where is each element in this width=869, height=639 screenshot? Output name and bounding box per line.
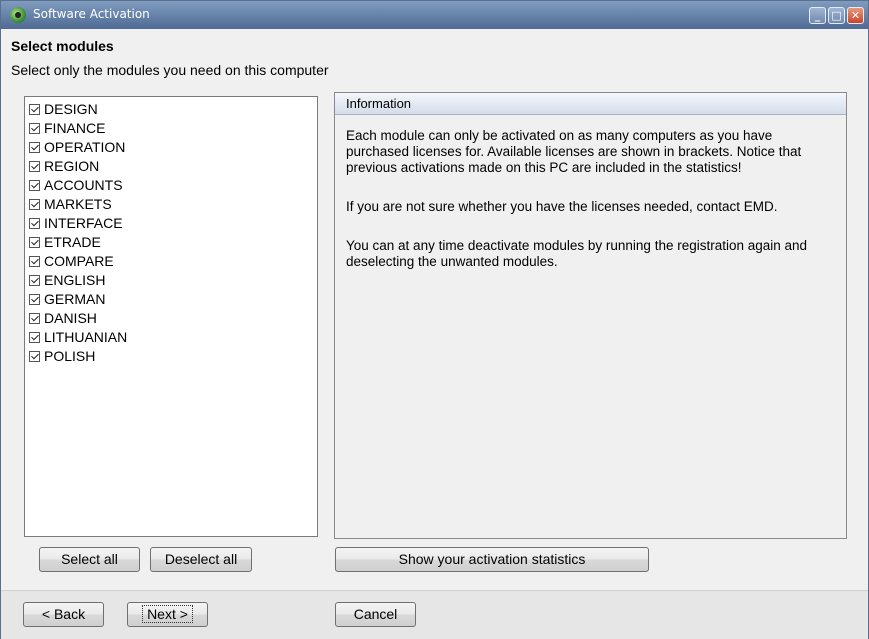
module-item[interactable]: OPERATION xyxy=(29,138,125,156)
module-item[interactable]: LITHUANIAN xyxy=(29,328,127,346)
checkbox[interactable] xyxy=(29,274,40,286)
info-paragraph: You can at any time deactivate modules b… xyxy=(346,238,808,269)
show-activation-statistics-button[interactable]: Show your activation statistics xyxy=(335,547,649,572)
app-logo-icon xyxy=(10,7,26,23)
checkbox[interactable] xyxy=(29,350,40,362)
checkbox[interactable] xyxy=(29,293,40,305)
cancel-button[interactable]: Cancel xyxy=(335,602,416,627)
module-list: DESIGN FINANCE OPERATION REGION ACCOUNTS… xyxy=(24,96,318,537)
maximize-button[interactable]: □ xyxy=(828,7,845,24)
deselect-all-button[interactable]: Deselect all xyxy=(150,547,252,572)
close-button[interactable]: ✕ xyxy=(847,7,864,24)
information-header: Information xyxy=(335,93,846,115)
module-item[interactable]: DANISH xyxy=(29,309,97,327)
module-label: ACCOUNTS xyxy=(44,177,123,193)
module-item[interactable]: MARKETS xyxy=(29,195,112,213)
module-item[interactable]: INTERFACE xyxy=(29,214,123,232)
checkbox[interactable] xyxy=(29,312,40,324)
module-label: INTERFACE xyxy=(44,215,123,231)
window-title: Software Activation xyxy=(33,7,150,21)
checkbox[interactable] xyxy=(29,103,40,115)
title-bar[interactable]: Software Activation _ □ ✕ xyxy=(1,1,868,29)
module-item[interactable]: REGION xyxy=(29,157,99,175)
page-subheading: Select only the modules you need on this… xyxy=(11,62,329,78)
module-item[interactable]: FINANCE xyxy=(29,119,105,137)
minimize-button[interactable]: _ xyxy=(809,7,826,24)
module-item[interactable]: POLISH xyxy=(29,347,95,365)
activation-window: Software Activation _ □ ✕ Select modules… xyxy=(0,0,869,639)
module-label: ETRADE xyxy=(44,234,101,250)
module-label: FINANCE xyxy=(44,120,106,136)
module-label: ENGLISH xyxy=(44,272,106,288)
module-label: COMPARE xyxy=(44,253,114,269)
module-label: DESIGN xyxy=(44,101,98,117)
module-item[interactable]: COMPARE xyxy=(29,252,114,270)
next-button-label: Next > xyxy=(142,605,193,623)
page-heading: Select modules xyxy=(11,38,114,54)
checkbox[interactable] xyxy=(29,217,40,229)
module-label: MARKETS xyxy=(44,196,112,212)
checkbox[interactable] xyxy=(29,236,40,248)
module-item[interactable]: GERMAN xyxy=(29,290,105,308)
module-label: DANISH xyxy=(44,310,97,326)
checkbox[interactable] xyxy=(29,179,40,191)
info-paragraph: If you are not sure whether you have the… xyxy=(346,199,778,214)
checkbox[interactable] xyxy=(29,160,40,172)
next-button[interactable]: Next > xyxy=(127,602,208,627)
checkbox[interactable] xyxy=(29,198,40,210)
select-all-button[interactable]: Select all xyxy=(39,547,140,572)
module-item[interactable]: DESIGN xyxy=(29,100,98,118)
information-panel: Information Each module can only be acti… xyxy=(334,92,847,539)
module-label: GERMAN xyxy=(44,291,106,307)
info-paragraph: Each module can only be activated on as … xyxy=(346,128,802,175)
module-label: POLISH xyxy=(44,348,96,364)
checkbox[interactable] xyxy=(29,122,40,134)
checkbox[interactable] xyxy=(29,331,40,343)
module-item[interactable]: ACCOUNTS xyxy=(29,176,123,194)
module-item[interactable]: ETRADE xyxy=(29,233,101,251)
module-label: REGION xyxy=(44,158,100,174)
module-label: OPERATION xyxy=(44,139,126,155)
checkbox[interactable] xyxy=(29,141,40,153)
back-button[interactable]: < Back xyxy=(23,602,104,627)
checkbox[interactable] xyxy=(29,255,40,267)
module-label: LITHUANIAN xyxy=(44,329,128,345)
module-item[interactable]: ENGLISH xyxy=(29,271,105,289)
